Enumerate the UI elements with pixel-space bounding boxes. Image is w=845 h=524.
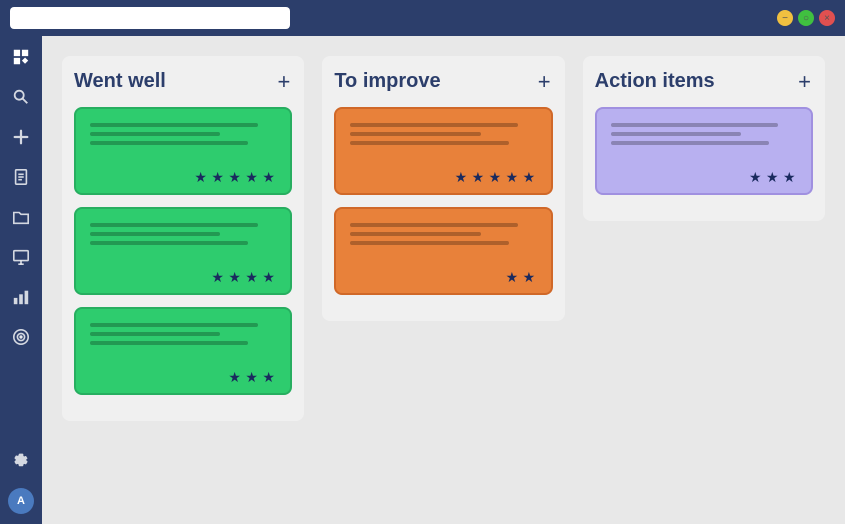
star-icon [262,369,276,383]
card-line [350,141,508,145]
card-line [350,223,518,227]
chart-sidebar-icon[interactable] [10,286,32,308]
star-icon [262,269,276,283]
search-sidebar-icon[interactable] [10,86,32,108]
column-action-items: Action items + [583,56,825,221]
card-lines [90,323,276,345]
column-header-went-well: Went well + [74,70,292,93]
card-line [350,241,508,245]
card-stars [90,169,276,183]
card-line [90,123,258,127]
add-action-items-button[interactable]: + [796,71,813,93]
close-button[interactable]: × [819,10,835,26]
column-header-action-items: Action items + [595,70,813,93]
star-icon [783,169,797,183]
card-stars [350,169,536,183]
card-line [90,141,248,145]
card-line [611,123,779,127]
star-icon [766,169,780,183]
settings-sidebar-icon[interactable] [10,448,32,470]
card-line [90,332,220,336]
card-went-well-2[interactable] [74,207,292,295]
card-line [90,132,220,136]
column-to-improve: To improve + [322,56,564,321]
star-icon [506,269,520,283]
column-header-to-improve: To improve + [334,70,552,93]
card-line [611,141,769,145]
pages-sidebar-icon[interactable] [10,166,32,188]
star-icon [523,269,537,283]
maximize-button[interactable]: ○ [798,10,814,26]
card-lines [350,223,536,245]
card-line [90,241,248,245]
card-lines [611,123,797,145]
star-icon [749,169,763,183]
card-line [350,132,480,136]
column-title-to-improve: To improve [334,70,440,93]
add-went-well-button[interactable]: + [275,71,292,93]
card-line [90,232,220,236]
card-lines [90,223,276,245]
sidebar: A [0,36,42,524]
card-line [350,232,480,236]
card-stars [350,269,536,283]
card-to-improve-1[interactable] [334,107,552,195]
main-content: Went well + [42,36,845,524]
star-icon [245,369,259,383]
star-icon [228,169,242,183]
card-line [90,341,248,345]
card-to-improve-2[interactable] [334,207,552,295]
app-layout: A Went well + [0,36,845,524]
card-stars [90,269,276,283]
star-icon [455,169,469,183]
card-went-well-3[interactable] [74,307,292,395]
topbar: − ○ × [0,0,845,36]
star-icon [245,169,259,183]
star-icon [472,169,486,183]
logo-icon[interactable] [10,46,32,68]
add-sidebar-icon[interactable] [10,126,32,148]
card-line [90,323,258,327]
add-to-improve-button[interactable]: + [536,71,553,93]
card-lines [350,123,536,145]
user-avatar[interactable]: A [8,488,34,514]
star-icon [211,169,225,183]
card-stars [611,169,797,183]
star-icon [523,169,537,183]
search-input[interactable] [10,7,290,29]
card-line [611,132,741,136]
window-controls: − ○ × [777,10,835,26]
card-line [350,123,518,127]
star-icon [506,169,520,183]
column-title-action-items: Action items [595,70,715,93]
card-went-well-1[interactable] [74,107,292,195]
star-icon [211,269,225,283]
card-action-items-1[interactable] [595,107,813,195]
card-stars [90,369,276,383]
column-went-well: Went well + [62,56,304,421]
star-icon [194,169,208,183]
card-line [90,223,258,227]
monitor-sidebar-icon[interactable] [10,246,32,268]
star-icon [228,369,242,383]
star-icon [245,269,259,283]
folder-sidebar-icon[interactable] [10,206,32,228]
columns-container: Went well + [62,56,825,421]
column-title-went-well: Went well [74,70,166,93]
star-icon [228,269,242,283]
minimize-button[interactable]: − [777,10,793,26]
star-icon [262,169,276,183]
target-sidebar-icon[interactable] [10,326,32,348]
star-icon [489,169,503,183]
card-lines [90,123,276,145]
